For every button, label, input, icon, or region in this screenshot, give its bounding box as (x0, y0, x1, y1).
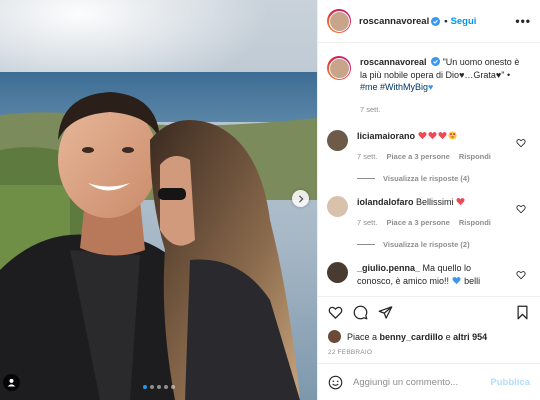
view-replies-button[interactable]: Visualizza le risposte (4) (357, 174, 531, 183)
caption-tail-heart: ♥ (428, 82, 434, 92)
caption-time[interactable]: 7 sett. (360, 104, 380, 117)
user-tag-button[interactable] (3, 374, 20, 391)
carousel-dot (163, 385, 168, 389)
post-actions: Piace a benny_cardillo e altri 954 22 FE… (318, 296, 540, 356)
comment-emojis (417, 131, 458, 141)
like-comment-heart-icon[interactable] (516, 138, 526, 148)
author-username[interactable]: roscannavoreal (359, 16, 429, 27)
caption-username[interactable]: roscannavoreal (360, 57, 427, 67)
red-heart-icon (417, 132, 427, 140)
red-heart-icon (427, 132, 437, 140)
couple-selfie-image (0, 0, 317, 400)
liked-by-username[interactable]: benny_cardillo (380, 332, 444, 342)
post-date[interactable]: 22 FEBBRAIO (328, 349, 530, 356)
comment-input[interactable]: Aggiungi un commento... (353, 377, 490, 388)
follow-button[interactable]: Segui (451, 16, 477, 27)
post-header: roscannavoreal • Segui ••• (318, 0, 540, 43)
carousel-dot (149, 385, 154, 389)
comment-time[interactable]: 7 sett. (357, 217, 377, 230)
likes-summary: Piace a benny_cardillo e altri 954 (328, 330, 530, 343)
verified-icon (431, 57, 441, 66)
reply-button[interactable]: Rispondi (459, 217, 491, 230)
carousel-dot (156, 385, 161, 389)
heart-eyes-icon (447, 131, 457, 140)
liker-avatar[interactable] (328, 330, 341, 343)
blue-heart-icon (451, 276, 461, 284)
more-options-button[interactable]: ••• (515, 14, 531, 28)
red-heart-icon (456, 198, 465, 206)
view-replies-label[interactable]: Visualizza le risposte (2) (383, 240, 470, 249)
carousel-next-button[interactable] (292, 190, 309, 207)
carousel-indicator (0, 385, 317, 389)
commenter-avatar[interactable] (327, 262, 348, 283)
emoji-icon[interactable] (328, 375, 343, 390)
commenter-avatar[interactable] (327, 130, 348, 151)
post-side-panel: roscannavoreal • Segui ••• roscannavorea… (317, 0, 540, 400)
heart-icon[interactable] (328, 305, 343, 320)
comment-tail: belli (464, 275, 481, 286)
view-replies-label[interactable]: Visualizza le risposte (4) (383, 174, 470, 183)
publish-button[interactable]: Pubblica (490, 377, 530, 388)
comment-item: liciamaiorano 7 sett. Piace a 3 persone … (327, 130, 531, 163)
commenter-avatar[interactable] (327, 196, 348, 217)
share-icon[interactable] (378, 305, 393, 320)
verified-icon (431, 16, 441, 26)
caption-hashtags[interactable]: #me #WithMyBig (360, 82, 428, 92)
reply-button[interactable]: Rispondi (459, 151, 491, 164)
likes-others[interactable]: altri 954 (453, 332, 487, 342)
likes-suffix: e (445, 331, 451, 342)
comment-likes[interactable]: Piace a 3 persone (386, 217, 449, 230)
post-photo[interactable] (0, 0, 317, 400)
carousel-dot (170, 385, 175, 389)
instagram-post: roscannavoreal • Segui ••• roscannavorea… (0, 0, 540, 400)
replies-line (357, 178, 375, 179)
chevron-right-icon (298, 194, 304, 203)
red-heart-icon (437, 132, 447, 140)
caption-bullet: • (506, 69, 511, 80)
like-comment-heart-icon[interactable] (516, 270, 526, 280)
likes-prefix: Piace a (347, 331, 378, 342)
comments-list[interactable]: roscannavoreal "Un uomo onesto è la più … (318, 44, 540, 295)
author-avatar[interactable] (327, 9, 351, 33)
user-tag-icon (7, 378, 16, 387)
comment-text: Bellissimi (416, 197, 454, 207)
view-replies-button[interactable]: Visualizza le risposte (2) (357, 240, 531, 249)
bookmark-icon[interactable] (515, 305, 530, 320)
replies-line (357, 244, 375, 245)
comment-icon[interactable] (353, 305, 368, 320)
comment-username[interactable]: liciamaiorano (357, 131, 415, 141)
add-comment-bar: Aggiungi un commento... Pubblica (318, 363, 540, 400)
like-comment-heart-icon[interactable] (516, 204, 526, 214)
header-separator: • (444, 15, 448, 27)
comment-time[interactable]: 7 sett. (357, 151, 377, 164)
caption-avatar[interactable] (327, 56, 351, 80)
carousel-dot (142, 385, 147, 389)
comment-item: iolandalofaro Bellissimi 7 sett. Piace a… (327, 196, 531, 229)
comment-likes[interactable]: Piace a 3 persone (386, 151, 449, 164)
comment-username[interactable]: _giulio.penna_ (357, 263, 420, 273)
comment-item: _giulio.penna_ Ma quello lo conosco, è a… (327, 262, 531, 287)
caption: roscannavoreal "Un uomo onesto è la più … (327, 56, 531, 116)
comment-username[interactable]: iolandalofaro (357, 197, 414, 207)
